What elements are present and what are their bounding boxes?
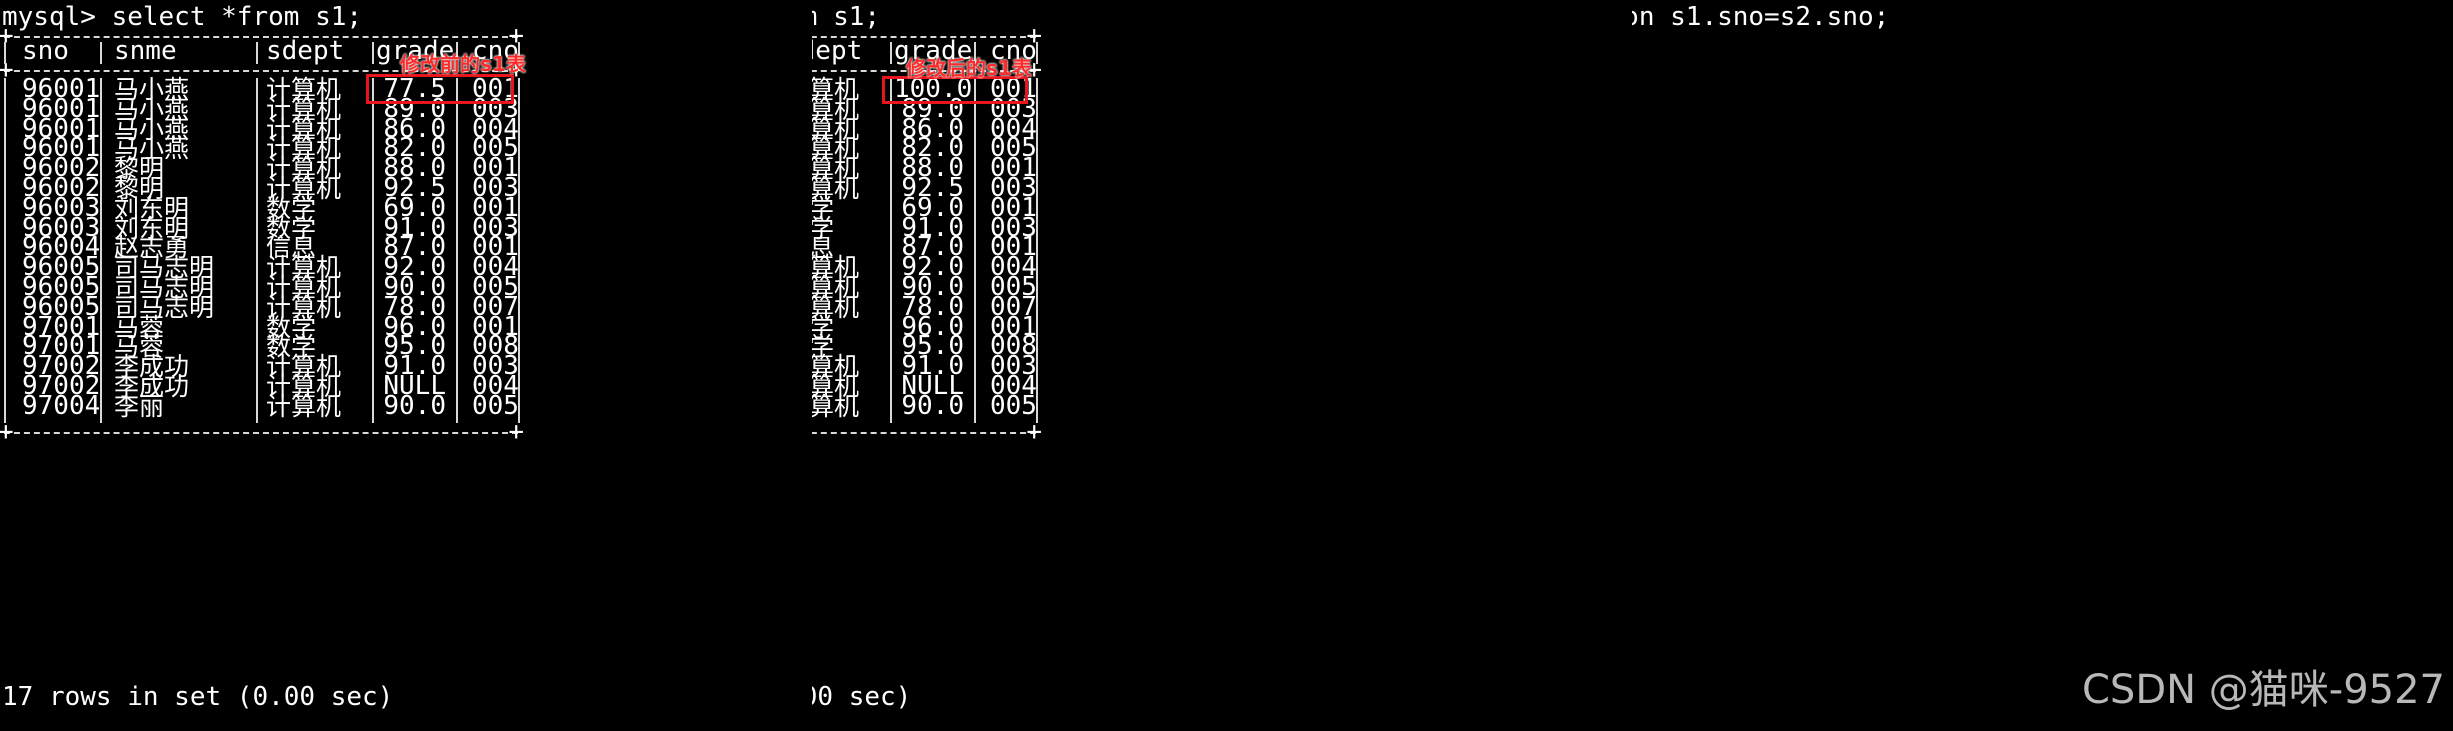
table-cell-sdept: 计算机: [266, 391, 342, 421]
column-divider: [256, 78, 258, 423]
column-divider: [974, 78, 976, 423]
highlight-label: 修改后的s1表: [906, 56, 1032, 80]
terminal-panel-before: mysql> select *from s1;snosnmesdeptgrade…: [0, 0, 810, 731]
column-divider: [100, 78, 102, 423]
column-divider: [456, 78, 458, 423]
table-cell-cno: 005: [472, 390, 519, 421]
table-cell-cno: 005: [990, 390, 1037, 421]
terminal-panel-original: -> from student s1 join score s2 on s1.s…: [1632, 0, 2453, 731]
column-divider: [100, 42, 102, 64]
column-divider: [890, 78, 892, 423]
column-header-snme: snme: [114, 36, 177, 66]
column-divider: [4, 42, 6, 64]
terminal-panel-after: mysql> select *from s1;snosnmesdeptgrade…: [812, 0, 1632, 731]
table-cell-sdept: 计算机: [812, 391, 860, 421]
column-header-sdept: sdept: [812, 36, 863, 66]
column-divider: [256, 42, 258, 64]
table-border-bottom: [812, 417, 1042, 448]
command-line: mysql> select *from s1;: [2, 2, 363, 32]
command-line: -> from student s1 join score s2 on s1.s…: [1632, 2, 1890, 32]
column-divider: [4, 78, 6, 423]
result-footer: 17 rows in set (0.00 sec): [812, 682, 912, 712]
column-header-sno: sno: [22, 36, 69, 66]
watermark: CSDN @猫咪-9527: [2082, 667, 2445, 713]
table-cell-sno: 97004: [22, 390, 101, 421]
command-line: mysql> select *from s1;: [812, 2, 881, 32]
highlight-box: [366, 74, 514, 104]
column-divider: [372, 78, 374, 423]
column-divider: [372, 42, 374, 64]
table-border-bottom: [0, 417, 524, 448]
table-cell-grade: 90.0: [901, 390, 964, 421]
result-footer: 17 rows in set (0.00 sec): [2, 682, 394, 712]
highlight-label: 修改前的s1表: [400, 52, 526, 76]
table-cell-snme: 李丽: [114, 391, 165, 421]
table-cell-grade: 90.0: [383, 390, 446, 421]
column-divider: [890, 42, 892, 64]
highlight-box: [882, 76, 1028, 104]
column-header-sdept: sdept: [266, 36, 345, 66]
